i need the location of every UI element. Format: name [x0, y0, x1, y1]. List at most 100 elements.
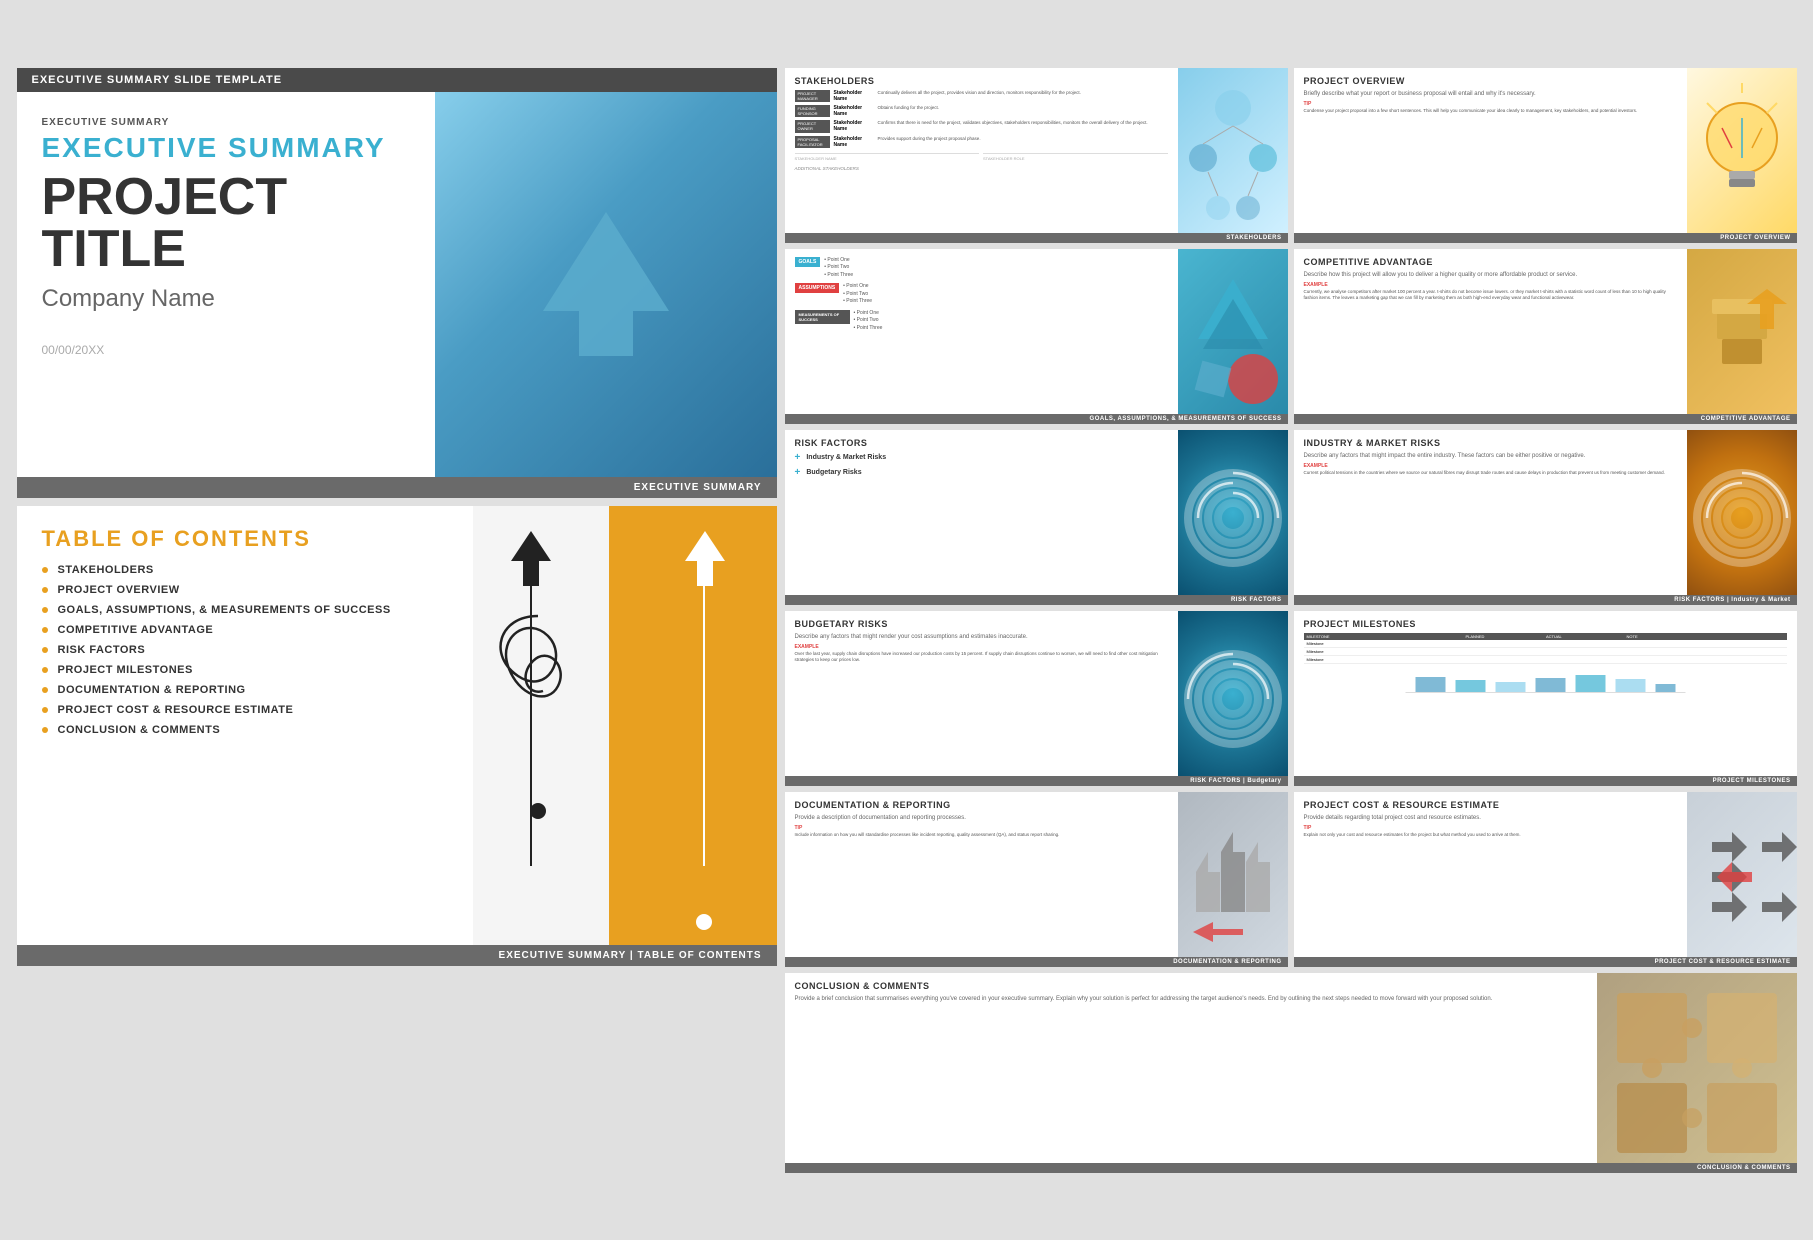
title-slide: EXECUTIVE SUMMARY SLIDE TEMPLATE EXECUTI…: [17, 68, 777, 498]
milestone-row3-name: Milestone: [1306, 657, 1465, 662]
goal-badge-goals: GOALS: [795, 257, 821, 267]
toc-bullet-icon: [42, 607, 48, 613]
competitive-advantage-slide: COMPETITIVE ADVANTAGE Describe how this …: [1294, 249, 1797, 424]
stake-desc-pm: Continually delivers all the project, pr…: [878, 90, 1168, 95]
budgetary-risks-title: BUDGETARY RISKS: [795, 619, 1168, 629]
competitive-advantage-text: COMPETITIVE ADVANTAGE Describe how this …: [1294, 249, 1687, 414]
title-arrow-icon: [516, 194, 696, 374]
project-cost-arrows-icon: [1687, 792, 1797, 957]
milestone-row1-note: [1626, 641, 1785, 646]
industry-market-example-label: EXAMPLE: [1304, 463, 1677, 469]
risk-factors-image: [1178, 430, 1288, 595]
toc-black-arrow-icon: [511, 531, 551, 591]
project-cost-tip: Explain not only your cost and resource …: [1304, 832, 1677, 838]
goals-image: [1178, 249, 1288, 414]
stakeholders-network-icon: [1178, 68, 1288, 233]
documentation-tip: Include information on how you will stan…: [795, 832, 1168, 838]
budgetary-risks-example-label: EXAMPLE: [795, 644, 1168, 650]
project-cost-slide: PROJECT COST & RESOURCE ESTIMATE Provide…: [1294, 792, 1797, 967]
project-cost-body: Provide details regarding total project …: [1304, 814, 1677, 822]
project-milestones-text: PROJECT MILESTONES MILESTONE PLANNED ACT…: [1294, 611, 1797, 776]
toc-item-competitive-advantage: COMPETITIVE ADVANTAGE: [42, 624, 448, 636]
industry-market-slide: INDUSTRY & MARKET RISKS Describe any fac…: [1294, 430, 1797, 605]
toc-bullet-icon: [42, 587, 48, 593]
stake-desc-fs: Obtains funding for the project.: [878, 105, 1168, 110]
stake-row-pm: PROJECT MANAGER Stakeholder Name Continu…: [795, 90, 1168, 102]
toc-heading: TABLE OF CONTENTS: [42, 526, 448, 552]
risk-maze-icon: [1178, 430, 1288, 595]
company-name: Company Name: [42, 285, 410, 313]
stake-label-po: PROJECT OWNER: [795, 120, 830, 132]
project-milestones-title: PROJECT MILESTONES: [1304, 619, 1787, 629]
documentation-image: [1178, 792, 1288, 957]
competitive-advantage-example: Currently, we analyse competitors after …: [1304, 289, 1677, 302]
toc-label-project-overview: PROJECT OVERVIEW: [58, 584, 180, 596]
stake-desc-po: Confirms that there is need for the proj…: [878, 120, 1168, 125]
lightbulb-icon: [1687, 68, 1797, 233]
project-overview-tip: Condense your project proposal into a fe…: [1304, 108, 1677, 114]
stakeholders-slide: STAKEHOLDERS PROJECT MANAGER Stakeholder…: [785, 68, 1288, 243]
documentation-title: DOCUMENTATION & REPORTING: [795, 800, 1168, 810]
toc-label-project-milestones: PROJECT MILESTONES: [58, 664, 193, 676]
milestone-col-note: NOTE: [1626, 634, 1785, 639]
toc-bullet-icon: [42, 667, 48, 673]
goals-shapes-icon: [1178, 249, 1288, 414]
project-title: PROJECT TITLE: [42, 171, 410, 275]
milestone-row2-name: Milestone: [1306, 649, 1465, 654]
toc-label-stakeholders: STAKEHOLDERS: [58, 564, 154, 576]
stakeholders-title: STAKEHOLDERS: [795, 76, 1168, 86]
project-cost-image: [1687, 792, 1797, 957]
stake-name-pf: Stakeholder Name: [834, 136, 874, 148]
stake-row-pf: PROPOSAL FACILITATOR Stakeholder Name Pr…: [795, 136, 1168, 148]
stake-row-po: PROJECT OWNER Stakeholder Name Confirms …: [795, 120, 1168, 132]
conclusion-bottom-label: CONCLUSION & COMMENTS: [785, 1163, 1797, 1173]
title-text-section: EXECUTIVE SUMMARY EXECUTIVE SUMMARY PROJ…: [17, 92, 435, 477]
documentation-text: DOCUMENTATION & REPORTING Provide a desc…: [785, 792, 1178, 957]
documentation-body: Provide a description of documentation a…: [795, 814, 1168, 822]
stakeholder-footer-name: STAKEHOLDER NAME: [795, 153, 980, 161]
budgetary-risks-bottom-label: RISK FACTORS | Budgetary: [785, 776, 1288, 786]
toc-item-conclusion: CONCLUSION & COMMENTS: [42, 724, 448, 736]
risk-label-budgetary: Budgetary Risks: [806, 469, 861, 476]
competitive-advantage-icon: [1687, 249, 1797, 414]
conclusion-title: CONCLUSION & COMMENTS: [795, 981, 1587, 991]
stake-label-fs: FUNDING SPONSOR: [795, 105, 830, 117]
toc-label-project-cost: PROJECT COST & RESOURCE ESTIMATE: [58, 704, 294, 716]
project-title-line2: TITLE: [42, 223, 410, 275]
title-content-area: EXECUTIVE SUMMARY EXECUTIVE SUMMARY PROJ…: [17, 92, 777, 477]
competitive-advantage-image: [1687, 249, 1797, 414]
risk-factors-text: RISK FACTORS + Industry & Market Risks +…: [785, 430, 1178, 595]
milestone-row-3: Milestone: [1304, 656, 1787, 664]
conclusion-body: Provide a brief conclusion that summaris…: [795, 995, 1587, 1003]
budgetary-risks-slide: BUDGETARY RISKS Describe any factors tha…: [785, 611, 1288, 786]
toc-bullet-icon: [42, 567, 48, 573]
documentation-content: DOCUMENTATION & REPORTING Provide a desc…: [785, 792, 1288, 957]
toc-white-arrow-icon: [685, 531, 725, 591]
stakeholders-content: STAKEHOLDERS PROJECT MANAGER Stakeholder…: [785, 68, 1288, 233]
toc-bottom-label: EXECUTIVE SUMMARY | TABLE OF CONTENTS: [17, 945, 777, 966]
goal-points-measurements: • Point One• Point Two• Point Three: [854, 310, 883, 333]
documentation-slide: DOCUMENTATION & REPORTING Provide a desc…: [785, 792, 1288, 967]
toc-bullet-icon: [42, 707, 48, 713]
toc-text-area: TABLE OF CONTENTS STAKEHOLDERS PROJECT O…: [17, 506, 473, 945]
toc-content-area: TABLE OF CONTENTS STAKEHOLDERS PROJECT O…: [17, 506, 777, 945]
budgetary-maze-icon: [1178, 611, 1288, 776]
competitive-advantage-body: Describe how this project will allow you…: [1304, 271, 1677, 279]
goal-item-assumptions: ASSUMPTIONS • Point One• Point Two• Poin…: [795, 283, 1168, 306]
project-cost-title: PROJECT COST & RESOURCE ESTIMATE: [1304, 800, 1677, 810]
industry-market-text: INDUSTRY & MARKET RISKS Describe any fac…: [1294, 430, 1687, 595]
right-column: STAKEHOLDERS PROJECT MANAGER Stakeholder…: [785, 68, 1797, 1173]
stake-row-fs: FUNDING SPONSOR Stakeholder Name Obtains…: [795, 105, 1168, 117]
toc-label-conclusion: CONCLUSION & COMMENTS: [58, 724, 221, 736]
risk-factors-slide: RISK FACTORS + Industry & Market Risks +…: [785, 430, 1288, 605]
project-overview-content: PROJECT OVERVIEW Briefly describe what y…: [1294, 68, 1797, 233]
toc-label-competitive-advantage: COMPETITIVE ADVANTAGE: [58, 624, 214, 636]
project-milestones-content: PROJECT MILESTONES MILESTONE PLANNED ACT…: [1294, 611, 1797, 776]
milestone-row-1: Milestone: [1304, 640, 1787, 648]
milestone-row2-actual: [1545, 649, 1626, 654]
milestone-row1-actual: [1545, 641, 1626, 646]
project-cost-tip-label: TIP: [1304, 825, 1677, 831]
main-grid: EXECUTIVE SUMMARY SLIDE TEMPLATE EXECUTI…: [17, 68, 1797, 1173]
stakeholder-footer-labels: STAKEHOLDER NAME STAKEHOLDER ROLE: [795, 153, 1168, 161]
milestones-bar-area: [1304, 672, 1787, 717]
